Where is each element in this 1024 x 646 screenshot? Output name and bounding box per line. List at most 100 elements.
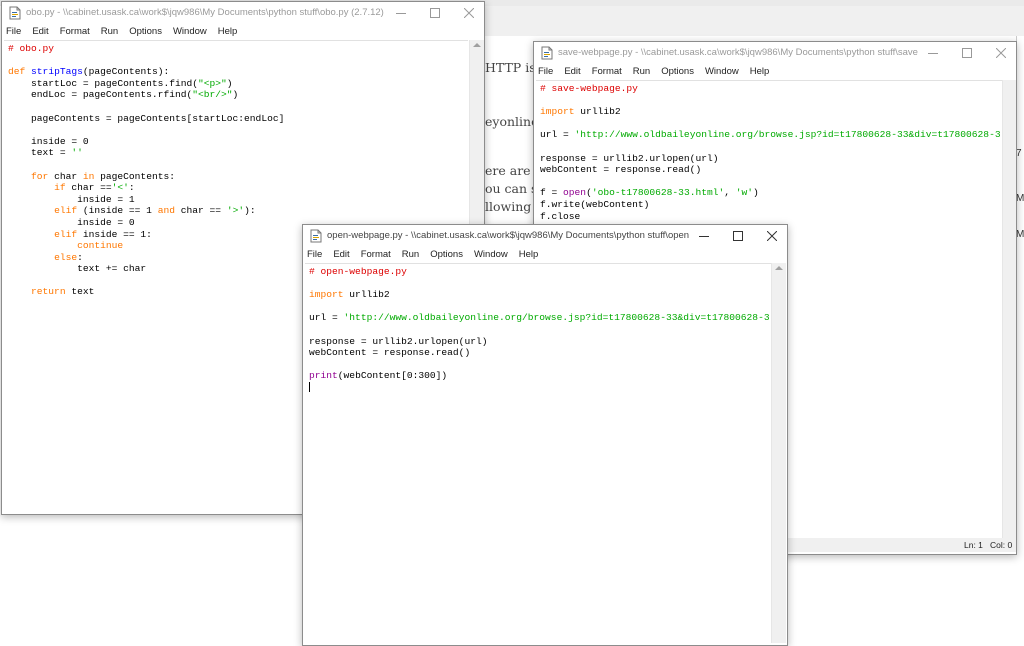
titlebar[interactable]: open-webpage.py - \\cabinet.usask.ca\wor… xyxy=(303,225,787,247)
menu-window[interactable]: Window xyxy=(468,247,513,263)
scroll-up-arrow-icon[interactable] xyxy=(775,266,783,270)
menu-window[interactable]: Window xyxy=(699,64,744,80)
code-token: urllib2 xyxy=(343,289,390,301)
menu-format[interactable]: Format xyxy=(586,64,627,80)
maximize-button[interactable] xyxy=(950,42,984,64)
code-builtin: open xyxy=(563,187,587,199)
close-button[interactable] xyxy=(755,225,787,247)
background-side-mark: M xyxy=(1016,193,1024,204)
code-keyword: elif xyxy=(54,228,78,240)
menu-window[interactable]: Window xyxy=(167,24,212,40)
code-keyword: else xyxy=(54,251,78,263)
close-icon xyxy=(464,8,474,18)
code-token: , xyxy=(724,187,736,199)
code-string: "<br/>" xyxy=(192,89,233,101)
maximize-icon xyxy=(430,8,440,18)
window-title: save-webpage.py - \\cabinet.usask.ca\wor… xyxy=(558,47,918,58)
code-token: text += char xyxy=(8,263,147,275)
code-function-name: stripTags xyxy=(31,66,83,78)
menu-format[interactable]: Format xyxy=(54,24,95,40)
titlebar[interactable]: obo.py - \\cabinet.usask.ca\work$\jqw986… xyxy=(2,2,484,24)
code-token: text = xyxy=(8,147,72,159)
maximize-button[interactable] xyxy=(418,2,452,24)
minimize-icon xyxy=(699,236,709,237)
text-cursor xyxy=(309,381,310,392)
code-keyword: for xyxy=(31,170,49,182)
code-token: pageContents: xyxy=(94,170,175,182)
menu-edit[interactable]: Edit xyxy=(558,64,585,80)
minimize-button[interactable] xyxy=(687,225,721,247)
code-keyword: elif xyxy=(54,205,78,217)
code-token: char == xyxy=(174,205,227,217)
titlebar[interactable]: save-webpage.py - \\cabinet.usask.ca\wor… xyxy=(534,42,1016,64)
code-token: ) xyxy=(753,187,759,199)
menu-bar: File Edit Format Run Options Window Help xyxy=(534,64,1016,80)
code-string: '>' xyxy=(226,205,245,217)
maximize-icon xyxy=(733,231,743,241)
menu-run[interactable]: Run xyxy=(95,24,123,40)
code-token: urllib2 xyxy=(574,106,621,118)
code-editor[interactable]: # open-webpage.py import urllib2 url = '… xyxy=(305,263,771,644)
maximize-button[interactable] xyxy=(721,225,755,247)
code-string: 'http://www.oldbaileyonline.org/browse.j… xyxy=(343,312,770,324)
code-token: ) xyxy=(226,77,233,89)
code-token: inside == 1: xyxy=(77,228,152,240)
close-icon xyxy=(767,231,777,241)
menu-options[interactable]: Options xyxy=(655,64,699,80)
code-text: # open-webpage.py import urllib2 url = '… xyxy=(305,264,771,395)
code-string: '' xyxy=(71,147,83,159)
close-button[interactable] xyxy=(452,2,484,24)
code-token: char == xyxy=(65,182,112,194)
code-keyword: continue xyxy=(77,240,124,252)
code-token: char xyxy=(48,170,83,182)
code-builtin: print xyxy=(309,370,338,382)
code-token: f = xyxy=(540,187,564,199)
menu-edit[interactable]: Edit xyxy=(26,24,53,40)
menu-help[interactable]: Help xyxy=(513,247,544,263)
menu-help[interactable]: Help xyxy=(212,24,243,40)
menu-edit[interactable]: Edit xyxy=(327,247,354,263)
column-indicator: Col: 0 xyxy=(990,540,1013,550)
minimize-icon xyxy=(928,53,938,54)
code-string: 'obo-t17800628-33.html' xyxy=(591,187,725,199)
code-token: inside = 0 xyxy=(8,135,89,147)
close-button[interactable] xyxy=(984,42,1016,64)
code-token: (webContent[0:300]) xyxy=(337,370,448,382)
window-title: obo.py - \\cabinet.usask.ca\work$\jqw986… xyxy=(26,7,384,18)
code-keyword: import xyxy=(309,289,344,301)
menu-file[interactable]: File xyxy=(2,24,26,40)
vertical-scrollbar[interactable] xyxy=(1002,80,1016,538)
code-keyword: return xyxy=(31,286,66,298)
code-token: ): xyxy=(244,205,256,217)
code-token: : xyxy=(77,251,83,263)
background-side-mark: M xyxy=(1016,229,1024,240)
code-token: webContent = response.read() xyxy=(309,347,471,359)
menu-options[interactable]: Options xyxy=(424,247,468,263)
code-string: '<' xyxy=(111,182,129,194)
scroll-up-arrow-icon[interactable] xyxy=(473,43,481,47)
menu-options[interactable]: Options xyxy=(123,24,167,40)
window-title: open-webpage.py - \\cabinet.usask.ca\wor… xyxy=(327,230,689,241)
code-token: inside = 0 xyxy=(8,216,135,228)
code-token: (pageContents): xyxy=(82,66,170,78)
menu-help[interactable]: Help xyxy=(744,64,775,80)
vertical-scrollbar[interactable] xyxy=(771,263,786,643)
code-comment: # obo.py xyxy=(8,43,55,54)
menu-file[interactable]: File xyxy=(534,64,558,80)
window-open-webpage[interactable]: open-webpage.py - \\cabinet.usask.ca\wor… xyxy=(302,224,788,646)
menu-format[interactable]: Format xyxy=(355,247,396,263)
minimize-button[interactable] xyxy=(916,42,950,64)
menu-run[interactable]: Run xyxy=(396,247,424,263)
minimize-button[interactable] xyxy=(384,2,418,24)
code-token: webContent = response.read() xyxy=(540,164,702,176)
code-token: inside = 1 xyxy=(8,193,135,205)
menu-file[interactable]: File xyxy=(303,247,327,263)
code-token: response = urllib2.urlopen(url) xyxy=(540,152,719,164)
code-token: url = xyxy=(309,312,344,324)
menu-bar: File Edit Format Run Options Window Help xyxy=(303,247,787,263)
menu-run[interactable]: Run xyxy=(627,64,655,80)
